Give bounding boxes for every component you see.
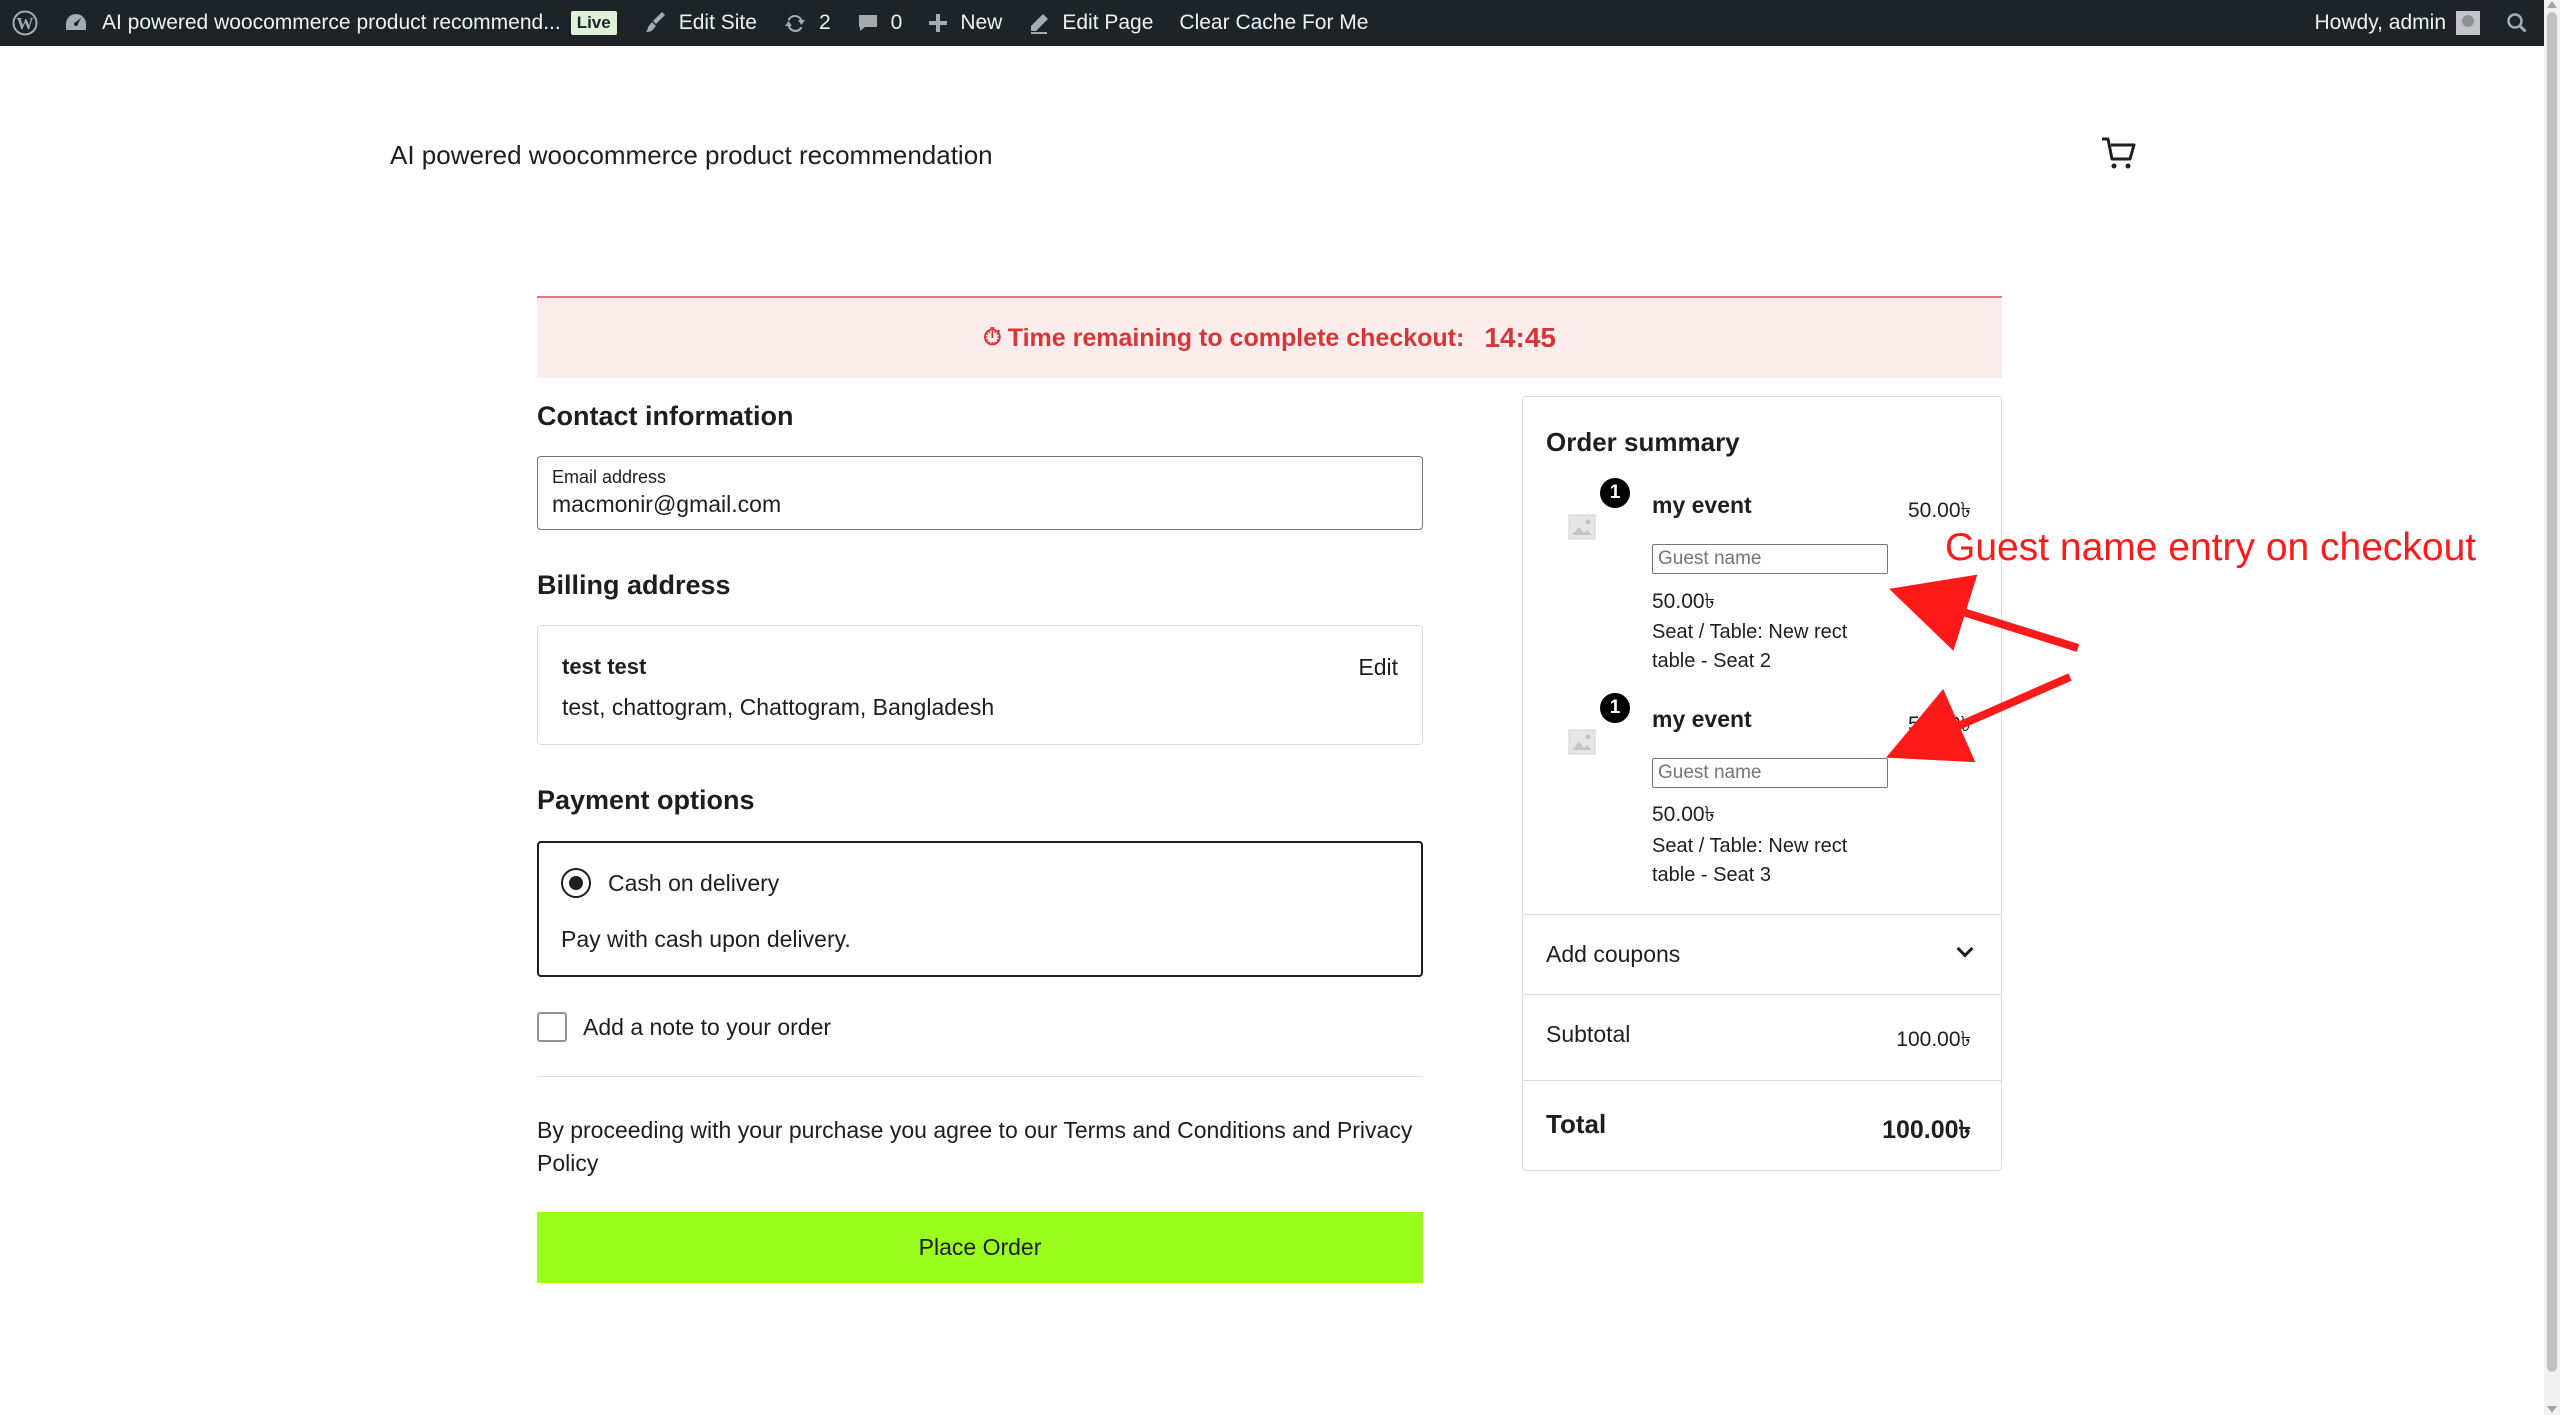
search-icon — [2507, 13, 2527, 33]
place-order-button[interactable]: Place Order — [537, 1212, 1423, 1283]
payment-title: Payment options — [537, 785, 755, 815]
item-name: my event — [1652, 706, 1752, 732]
payment-method-label: Cash on delivery — [608, 870, 780, 896]
contact-title: Contact information — [537, 401, 794, 431]
comment-icon — [858, 15, 877, 31]
timer-value: 14:45 — [1484, 322, 1556, 353]
plus-icon — [929, 14, 948, 32]
guest-name-input[interactable] — [1652, 544, 1888, 574]
admin-bar: W AI powered woocommerce product recomme… — [0, 0, 2544, 46]
site-name: AI powered woocommerce product recommend… — [102, 11, 561, 34]
dashboard-icon — [66, 14, 86, 30]
quantity-badge: 1 — [1600, 693, 1630, 723]
edit-page-link[interactable]: Edit Page — [1015, 0, 1166, 46]
refresh-icon — [784, 14, 805, 33]
cart-button[interactable] — [2100, 134, 2138, 177]
live-badge: Live — [570, 11, 617, 35]
total-label: Total — [1546, 1109, 1607, 1139]
payment-method-description: Pay with cash upon delivery. — [561, 926, 851, 952]
image-placeholder-icon — [1568, 729, 1596, 755]
divider — [537, 1076, 1423, 1077]
billing-name: test test — [562, 654, 647, 679]
brush-icon — [645, 12, 665, 32]
updates-count: 2 — [818, 11, 831, 34]
subtotal-value: 100.00৳ — [1896, 1028, 1971, 1051]
total-value: 100.00৳ — [1882, 1116, 1971, 1144]
clear-cache-label: Clear Cache For Me — [1179, 11, 1369, 34]
site-title[interactable]: AI powered woocommerce product recommend… — [390, 140, 993, 171]
quantity-badge: 1 — [1600, 478, 1630, 508]
billing-address-line: test, chattogram, Chattogram, Bangladesh — [562, 694, 995, 720]
total-row: Total 100.00৳ — [1523, 1080, 2001, 1170]
item-seat-meta: Seat / Table: New rect table - Seat 3 — [1652, 835, 1848, 886]
pencil-icon — [1031, 14, 1049, 34]
billing-address-card: test test test, chattogram, Chattogram, … — [537, 625, 1423, 745]
billing-title: Billing address — [537, 570, 731, 600]
item-price: 50.00৳ — [1907, 499, 1971, 522]
order-summary-title: Order summary — [1546, 427, 1740, 457]
add-coupons-toggle[interactable]: Add coupons — [1523, 914, 2001, 994]
billing-edit-link[interactable]: Edit — [1358, 654, 1398, 681]
comments-count: 0 — [890, 11, 903, 34]
terms-text: By proceeding with your purchase you agr… — [537, 1117, 1413, 1176]
updates-link[interactable]: 2 — [770, 0, 844, 46]
scroll-up-arrow[interactable] — [2547, 1, 2557, 8]
scroll-thumb[interactable] — [2547, 12, 2557, 1372]
subtotal-label: Subtotal — [1546, 1021, 1631, 1047]
wordpress-menu[interactable]: W — [0, 0, 51, 46]
payment-radio-selected[interactable] — [561, 868, 591, 898]
coupons-label: Add coupons — [1546, 941, 1681, 967]
annotation-text: Guest name entry on checkout — [1945, 526, 2477, 569]
subtotal-row: Subtotal 100.00৳ — [1523, 994, 2001, 1080]
wordpress-icon: W — [12, 10, 38, 36]
avatar — [2456, 11, 2480, 35]
guest-name-input[interactable] — [1652, 758, 1888, 788]
clear-cache-link[interactable]: Clear Cache For Me — [1166, 0, 1381, 46]
order-note-label[interactable]: Add a note to your order — [583, 1014, 831, 1041]
cart-icon — [2102, 137, 2136, 169]
comments-link[interactable]: 0 — [844, 0, 916, 46]
edit-site-link[interactable]: Edit Site — [630, 0, 770, 46]
edit-site-label: Edit Site — [678, 11, 757, 34]
stopwatch-icon: ⏱ — [983, 324, 1002, 351]
item-unit-price: 50.00৳ — [1652, 803, 1716, 826]
admin-search[interactable] — [2493, 0, 2544, 46]
svg-text:W: W — [17, 14, 34, 33]
email-value[interactable]: macmonir@gmail.com — [552, 491, 1408, 518]
new-label: New — [960, 11, 1003, 34]
timer-label: Time remaining to complete checkout: — [1007, 323, 1465, 352]
order-summary: Order summary 1 my event 50.00৳ 50.00৳ S… — [1522, 396, 2002, 1171]
account-menu[interactable]: Howdy, admin — [2302, 0, 2494, 46]
payment-option-cod[interactable]: Cash on delivery Pay with cash upon deli… — [537, 841, 1423, 977]
item-name: my event — [1652, 492, 1752, 518]
page-scrollbar[interactable] — [2544, 0, 2560, 1415]
email-label: Email address — [552, 467, 667, 487]
site-name-menu[interactable]: AI powered woocommerce product recommend… — [51, 0, 630, 46]
scroll-down-arrow[interactable] — [2547, 1406, 2557, 1413]
howdy-label: Howdy, admin — [2314, 11, 2447, 34]
image-placeholder-icon — [1568, 514, 1596, 540]
order-note-checkbox[interactable] — [537, 1012, 567, 1042]
email-field[interactable]: Email address macmonir@gmail.com — [537, 456, 1423, 530]
item-price: 50.00৳ — [1907, 713, 1971, 736]
checkout-timer: ⏱ Time remaining to complete checkout: 1… — [537, 296, 2002, 378]
new-content-menu[interactable]: New — [915, 0, 1015, 46]
item-unit-price: 50.00৳ — [1652, 590, 1716, 613]
item-seat-meta: Seat / Table: New rect table - Seat 2 — [1652, 621, 1848, 672]
edit-page-label: Edit Page — [1062, 11, 1154, 34]
chevron-down-icon — [1956, 940, 1974, 958]
